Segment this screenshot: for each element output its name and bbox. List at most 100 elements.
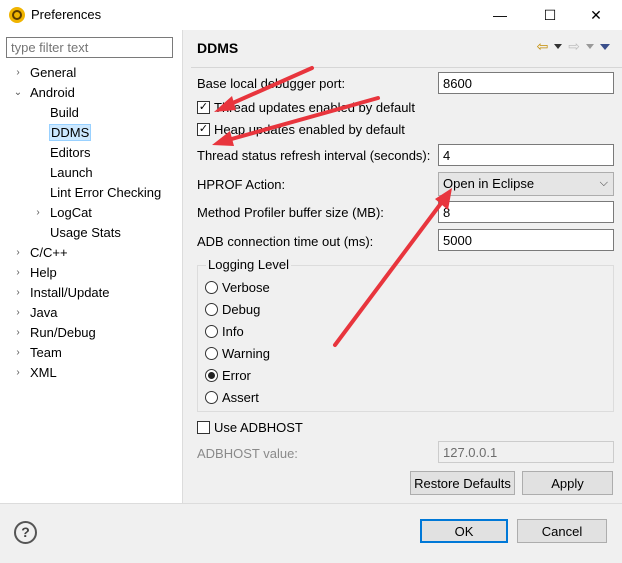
tree-item-label: Team bbox=[30, 345, 62, 360]
close-button[interactable]: ✕ bbox=[582, 3, 610, 27]
tree-item-label: Run/Debug bbox=[30, 325, 96, 340]
base-port-label: Base local debugger port: bbox=[197, 76, 346, 91]
tree-collapse-icon[interactable]: ⌄ bbox=[12, 83, 24, 103]
tree-item-xml[interactable]: XML bbox=[30, 363, 57, 383]
radio-circle-icon bbox=[205, 303, 218, 316]
tree-expand-icon[interactable]: › bbox=[12, 303, 24, 323]
page-navigation: ⇦ ⇨ bbox=[537, 38, 610, 55]
tree-item-help[interactable]: Help bbox=[30, 263, 57, 283]
tree-expand-icon[interactable]: › bbox=[12, 323, 24, 343]
logging-radio-label: Assert bbox=[222, 390, 259, 405]
logging-radio-label: Warning bbox=[222, 346, 270, 361]
chevron-down-icon: ⌵ bbox=[599, 177, 608, 189]
back-arrow-icon[interactable]: ⇦ bbox=[537, 38, 549, 55]
logging-radio-debug[interactable]: Debug bbox=[205, 302, 260, 317]
forward-dropdown-icon[interactable] bbox=[586, 44, 594, 49]
tree-item-ddms[interactable]: DDMS bbox=[48, 123, 92, 143]
tree-item-lint-error-checking[interactable]: Lint Error Checking bbox=[50, 183, 161, 203]
ddms-page: DDMS ⇦ ⇨ Base local debugger port: ✓ Thr… bbox=[183, 30, 622, 503]
thread-updates-label: Thread updates enabled by default bbox=[214, 100, 415, 115]
adb-timeout-label: ADB connection time out (ms): bbox=[197, 234, 374, 249]
use-adbhost-checkbox[interactable]: Use ADBHOST bbox=[197, 420, 303, 435]
tree-item-label: XML bbox=[30, 365, 57, 380]
radio-circle-icon bbox=[205, 347, 218, 360]
tree-item-android[interactable]: Android bbox=[30, 83, 75, 103]
tree-item-label: Launch bbox=[50, 165, 93, 180]
radio-circle-icon bbox=[205, 325, 218, 338]
tree-item-install-update[interactable]: Install/Update bbox=[30, 283, 110, 303]
tree-item-label: Help bbox=[30, 265, 57, 280]
logging-radio-verbose[interactable]: Verbose bbox=[205, 280, 270, 295]
tree-expand-icon[interactable]: › bbox=[32, 203, 44, 223]
tree-item-label: Usage Stats bbox=[50, 225, 121, 240]
base-port-field[interactable] bbox=[438, 72, 614, 94]
checkmark-icon: ✓ bbox=[197, 123, 210, 136]
checkbox-empty-icon bbox=[197, 421, 210, 434]
heap-updates-label: Heap updates enabled by default bbox=[214, 122, 405, 137]
profiler-buffer-field[interactable] bbox=[438, 201, 614, 223]
tree-item-label: Build bbox=[50, 105, 79, 120]
tree-item-label: Lint Error Checking bbox=[50, 185, 162, 200]
ok-button[interactable]: OK bbox=[420, 519, 508, 543]
view-menu-icon[interactable] bbox=[600, 43, 610, 50]
use-adbhost-label: Use ADBHOST bbox=[214, 420, 303, 435]
tree-item-launch[interactable]: Launch bbox=[50, 163, 93, 183]
logging-level-title: Logging Level bbox=[206, 257, 291, 272]
help-icon[interactable]: ? bbox=[14, 521, 37, 544]
tree-expand-icon[interactable]: › bbox=[12, 63, 24, 83]
window-title: Preferences bbox=[31, 7, 102, 22]
tree-item-general[interactable]: General bbox=[30, 63, 76, 83]
minimize-button[interactable]: — bbox=[486, 3, 514, 27]
logging-radio-label: Debug bbox=[222, 302, 261, 317]
tree-item-build[interactable]: Build bbox=[50, 103, 79, 123]
tree-item-usage-stats[interactable]: Usage Stats bbox=[50, 223, 121, 243]
logging-radio-error[interactable]: Error bbox=[205, 368, 251, 383]
tree-item-label: Android bbox=[30, 85, 75, 100]
logging-level-group: Logging Level Verbose Debug Info Warning Err… bbox=[197, 257, 614, 412]
tree-expand-icon[interactable]: › bbox=[12, 243, 24, 263]
tree-item-team[interactable]: Team bbox=[30, 343, 62, 363]
logging-radio-warning[interactable]: Warning bbox=[205, 346, 270, 361]
tree-item-java[interactable]: Java bbox=[30, 303, 57, 323]
tree-item-logcat[interactable]: LogCat bbox=[50, 203, 92, 223]
tree-item-c-c-[interactable]: C/C++ bbox=[30, 243, 68, 263]
tree-expand-icon[interactable]: › bbox=[12, 343, 24, 363]
maximize-button[interactable]: ☐ bbox=[536, 3, 564, 27]
logging-radio-label: Error bbox=[222, 368, 251, 383]
forward-arrow-icon[interactable]: ⇨ bbox=[568, 38, 580, 55]
adb-timeout-field[interactable] bbox=[438, 229, 614, 251]
logging-radio-label: Verbose bbox=[222, 280, 270, 295]
logging-radio-label: Info bbox=[222, 324, 244, 339]
refresh-interval-label: Thread status refresh interval (seconds)… bbox=[197, 148, 431, 163]
logging-radio-info[interactable]: Info bbox=[205, 324, 244, 339]
logging-radio-assert[interactable]: Assert bbox=[205, 390, 259, 405]
back-dropdown-icon[interactable] bbox=[554, 44, 563, 49]
heap-updates-checkbox[interactable]: ✓ Heap updates enabled by default bbox=[197, 122, 405, 137]
tree-item-label: Java bbox=[30, 305, 58, 320]
tree-item-label: LogCat bbox=[50, 205, 92, 220]
cancel-button[interactable]: Cancel bbox=[517, 519, 607, 543]
radio-circle-icon bbox=[205, 281, 218, 294]
eclipse-app-icon bbox=[9, 7, 25, 23]
filter-input[interactable] bbox=[6, 37, 173, 58]
tree-expand-icon[interactable]: › bbox=[12, 283, 24, 303]
tree-item-label: DDMS bbox=[48, 124, 92, 141]
tree-expand-icon[interactable]: › bbox=[12, 263, 24, 283]
tree-expand-icon[interactable]: › bbox=[12, 363, 24, 383]
refresh-interval-field[interactable] bbox=[438, 144, 614, 166]
tree-item-label: General bbox=[30, 65, 77, 80]
thread-updates-checkbox[interactable]: ✓ Thread updates enabled by default bbox=[197, 100, 415, 115]
apply-button[interactable]: Apply bbox=[522, 471, 613, 495]
profiler-buffer-label: Method Profiler buffer size (MB): bbox=[197, 205, 384, 220]
adbhost-value-label: ADBHOST value: bbox=[197, 446, 298, 461]
hprof-action-select[interactable]: Open in Eclipse ⌵ bbox=[438, 172, 614, 196]
tree-item-label: Editors bbox=[50, 145, 91, 160]
tree-item-run-debug[interactable]: Run/Debug bbox=[30, 323, 96, 343]
radio-circle-icon bbox=[205, 391, 218, 404]
tree-item-label: C/C++ bbox=[30, 245, 68, 260]
page-title: DDMS bbox=[197, 40, 239, 56]
hprof-action-label: HPROF Action: bbox=[197, 177, 286, 192]
tree-item-editors[interactable]: Editors bbox=[50, 143, 90, 163]
tree-item-label: Install/Update bbox=[30, 285, 110, 300]
restore-defaults-button[interactable]: Restore Defaults bbox=[410, 471, 515, 495]
